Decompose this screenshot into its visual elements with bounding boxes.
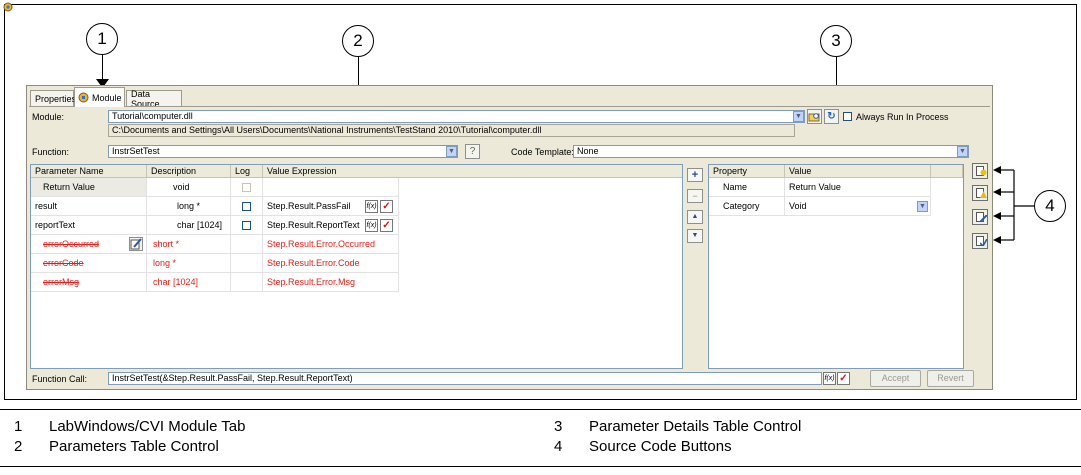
category-dropdown-icon[interactable]: ▼ bbox=[917, 201, 928, 212]
module-label: Module: bbox=[32, 112, 65, 122]
callout-4-leader bbox=[993, 166, 1036, 244]
add-parameter-button[interactable]: + bbox=[687, 168, 703, 182]
legend-text-3: Parameter Details Table Control bbox=[589, 418, 802, 435]
log-checkbox bbox=[242, 183, 251, 192]
legend-num-4: 4 bbox=[554, 438, 563, 455]
col-header-value[interactable]: Value bbox=[785, 165, 931, 178]
col-header-value-expression[interactable]: Value Expression bbox=[263, 165, 682, 178]
property-value-cell[interactable]: Return Value bbox=[785, 178, 931, 197]
col-header-spacer bbox=[931, 165, 963, 178]
module-field[interactable]: Tutorial\computer.dll bbox=[108, 110, 805, 123]
callout-4: 4 bbox=[1034, 190, 1066, 222]
tab-module-label: Module bbox=[92, 92, 122, 103]
param-desc-cell: long * bbox=[147, 254, 231, 273]
param-name-cell[interactable]: Return Value bbox=[31, 178, 147, 197]
col-header-description[interactable]: Description bbox=[147, 165, 231, 178]
expression-check-icon[interactable]: ✓ bbox=[380, 200, 393, 213]
param-log-cell bbox=[231, 178, 263, 197]
revert-button[interactable]: Revert bbox=[927, 370, 974, 387]
tab-data-source[interactable]: Data Source bbox=[126, 89, 182, 109]
col-header-parameter-name[interactable]: Parameter Name bbox=[31, 165, 147, 178]
function-call-label: Function Call: bbox=[32, 374, 88, 384]
property-name-cell: Category bbox=[709, 197, 785, 216]
source-code-button-edit[interactable] bbox=[972, 185, 988, 201]
expression-browse-icon[interactable]: f(x) bbox=[365, 219, 378, 232]
callout-1: 1 bbox=[86, 23, 118, 55]
move-down-button[interactable]: ▼ bbox=[687, 229, 703, 243]
function-dropdown-icon[interactable]: ▼ bbox=[446, 146, 457, 157]
property-name-cell: Name bbox=[709, 178, 785, 197]
legend-text-2: Parameters Table Control bbox=[49, 438, 219, 455]
move-up-button[interactable]: ▲ bbox=[687, 210, 703, 224]
parameters-table[interactable]: Parameter Name Description Log Value Exp… bbox=[30, 164, 683, 369]
cvi-module-icon bbox=[78, 92, 89, 103]
module-dropdown-icon[interactable]: ▼ bbox=[793, 111, 804, 122]
tab-divider bbox=[29, 106, 990, 107]
param-name-cell[interactable]: errorMsg bbox=[31, 273, 147, 292]
function-help-icon[interactable]: ? bbox=[465, 144, 480, 159]
param-value-cell[interactable] bbox=[263, 178, 399, 197]
col-header-property[interactable]: Property bbox=[709, 165, 785, 178]
legend-text-4: Source Code Buttons bbox=[589, 438, 732, 455]
refresh-icon[interactable]: ↻ bbox=[824, 109, 839, 124]
accept-button[interactable]: Accept bbox=[870, 370, 921, 387]
legend-top-rule bbox=[0, 409, 1081, 410]
source-code-button-verify[interactable] bbox=[972, 209, 988, 225]
teststand-logo-icon bbox=[3, 2, 13, 12]
function-call-field[interactable]: InstrSetTest(&Step.Result.PassFail, Step… bbox=[108, 372, 822, 385]
tab-properties[interactable]: Properties bbox=[30, 90, 76, 107]
callout-3: 3 bbox=[820, 25, 852, 57]
expression-check-icon[interactable]: ✓ bbox=[380, 219, 393, 232]
property-value-cell[interactable]: Void bbox=[785, 197, 931, 216]
param-desc-cell: char [1024] bbox=[147, 216, 231, 235]
code-template-dropdown-icon[interactable]: ▼ bbox=[957, 146, 968, 157]
expression-browse-icon[interactable]: f(x) bbox=[365, 200, 378, 213]
param-value-cell[interactable]: Step.Result.Error.Code bbox=[263, 254, 399, 273]
param-log-cell bbox=[231, 197, 263, 216]
legend-num-1: 1 bbox=[14, 418, 23, 435]
col-header-log[interactable]: Log bbox=[231, 165, 263, 178]
param-log-cell bbox=[231, 273, 263, 292]
function-call-check-icon[interactable]: ✓ bbox=[837, 372, 850, 385]
source-code-button-check[interactable] bbox=[972, 233, 988, 249]
code-template-field[interactable]: None bbox=[573, 145, 969, 158]
legend-bottom-rule bbox=[0, 466, 1081, 467]
browse-folder-icon[interactable] bbox=[807, 109, 822, 124]
legend-text-1: LabWindows/CVI Module Tab bbox=[49, 418, 246, 435]
param-log-cell bbox=[231, 254, 263, 273]
param-desc-cell: short * bbox=[147, 235, 231, 254]
legend-num-3: 3 bbox=[554, 418, 563, 435]
tab-module[interactable]: Module bbox=[74, 87, 125, 107]
step-settings-panel: Properties Module Data Source Module: Tu… bbox=[26, 85, 993, 390]
function-field[interactable]: InstrSetTest bbox=[108, 145, 458, 158]
code-template-label: Code Template: bbox=[511, 147, 574, 157]
module-path-display: C:\Documents and Settings\All Users\Docu… bbox=[108, 124, 795, 137]
function-label: Function: bbox=[32, 147, 70, 157]
log-checkbox[interactable] bbox=[242, 202, 251, 211]
callout-2: 2 bbox=[342, 25, 374, 57]
param-name-cell[interactable]: reportText bbox=[31, 216, 147, 235]
always-run-in-process-label: Always Run In Process bbox=[856, 112, 949, 122]
always-run-in-process-checkbox[interactable] bbox=[843, 112, 852, 121]
source-code-button-create[interactable] bbox=[972, 163, 988, 179]
function-call-browse-icon[interactable]: f(x) bbox=[823, 372, 836, 385]
legend-num-2: 2 bbox=[14, 438, 23, 455]
param-value-cell[interactable]: Step.Result.PassFail bbox=[263, 197, 399, 216]
param-desc-cell: long * bbox=[147, 197, 231, 216]
param-log-cell bbox=[231, 216, 263, 235]
param-name-cell[interactable]: result bbox=[31, 197, 147, 216]
param-value-cell[interactable]: Step.Result.ReportText bbox=[263, 216, 399, 235]
edit-parameter-icon[interactable] bbox=[129, 237, 143, 251]
log-checkbox[interactable] bbox=[242, 221, 251, 230]
param-desc-cell: char [1024] bbox=[147, 273, 231, 292]
remove-parameter-button[interactable]: − bbox=[687, 189, 703, 203]
param-name-cell[interactable]: errorCode bbox=[31, 254, 147, 273]
param-value-cell[interactable]: Step.Result.Error.Occurred bbox=[263, 235, 399, 254]
param-log-cell bbox=[231, 235, 263, 254]
param-value-cell[interactable]: Step.Result.Error.Msg bbox=[263, 273, 399, 292]
parameter-details-table[interactable]: Property Value Name Return Value Categor… bbox=[708, 164, 964, 369]
param-desc-cell: void bbox=[147, 178, 231, 197]
